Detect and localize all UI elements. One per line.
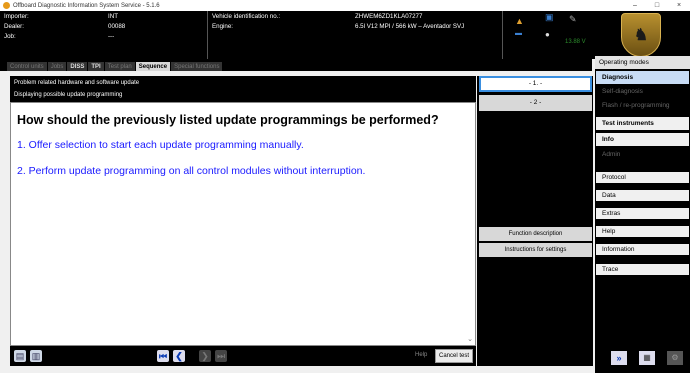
extras-tab[interactable]: Extras xyxy=(596,208,689,219)
main-tabs: Control units Jobs DISS TPI Test plan Se… xyxy=(0,59,592,71)
close-button[interactable]: × xyxy=(668,0,690,11)
vin-label: Vehicle identification no.: xyxy=(212,13,281,20)
tab-special-functions[interactable]: Special functions xyxy=(171,62,223,71)
protocol-tab[interactable]: Protocol xyxy=(596,172,689,183)
print-icon[interactable]: ▦ xyxy=(639,351,655,365)
tab-test-plan[interactable]: Test plan xyxy=(104,62,135,71)
main-content-panel: How should the previously listed update … xyxy=(10,102,476,346)
header-divider xyxy=(207,11,208,59)
tab-jobs[interactable]: Jobs xyxy=(47,62,67,71)
engine-label: Engine: xyxy=(212,23,233,30)
tab-control-units[interactable]: Control units xyxy=(7,62,47,71)
window-controls: – □ × xyxy=(624,0,690,11)
information-tab[interactable]: Information xyxy=(596,244,689,255)
tab-diss[interactable]: DISS xyxy=(67,62,88,71)
trace-tab[interactable]: Trace xyxy=(596,264,689,275)
right-panel: Operating modes Diagnosis Self-diagnosis… xyxy=(595,56,690,373)
mode-info[interactable]: Info xyxy=(596,133,689,146)
maximize-button[interactable]: □ xyxy=(646,0,668,11)
document-icon[interactable]: ▤ xyxy=(14,350,26,362)
help-button[interactable]: Help xyxy=(415,352,427,358)
select-option-1-button[interactable]: - 1. - xyxy=(479,76,592,92)
mode-admin[interactable]: Admin xyxy=(596,148,689,161)
engine-value: 6.5l V12 MPI / 566 kW – Aventador SVJ xyxy=(355,23,465,30)
battery-voltage: 13.88 V xyxy=(565,39,586,45)
vehicle-icon: ▲ xyxy=(515,16,524,26)
mode-test-instruments[interactable]: Test instruments xyxy=(596,117,689,130)
mode-flash[interactable]: Flash / re-programming xyxy=(596,99,689,112)
content-header-line2: Displaying possible update programming xyxy=(14,92,123,98)
mode-diagnosis[interactable]: Diagnosis xyxy=(596,71,689,84)
importer-value: INT xyxy=(108,13,118,20)
select-option-2-button[interactable]: - 2 - xyxy=(479,95,592,111)
scroll-down-icon[interactable]: ⌄ xyxy=(467,335,473,343)
settings-icon[interactable]: ⚙ xyxy=(667,351,683,365)
cancel-test-button[interactable]: Cancel test xyxy=(435,349,473,363)
vin-value: ZHWEM6ZD1KLA07277 xyxy=(355,13,423,20)
bull-shield-icon: ♞ xyxy=(621,13,661,57)
option-1-text: 1. Offer selection to start each update … xyxy=(17,139,304,151)
dealer-label: Dealer: xyxy=(4,23,24,30)
window-title: Offboard Diagnostic Information System S… xyxy=(13,2,160,9)
app-logo-icon xyxy=(3,2,10,9)
bottom-toolbar: ▤ ▥ ⏮ ❮ ❯ ⏭ Help Cancel test xyxy=(10,346,476,366)
operating-modes-heading: Operating modes xyxy=(595,56,690,69)
help-tab[interactable]: Help xyxy=(596,226,689,237)
previous-page-icon[interactable]: ❮ xyxy=(173,350,185,362)
importer-label: Importer: xyxy=(4,13,29,20)
header-divider xyxy=(502,11,503,59)
connection-icon: ✎ xyxy=(569,14,577,24)
tab-sequence[interactable]: Sequence xyxy=(135,62,171,71)
content-header: Problem related hardware and software up… xyxy=(10,76,476,102)
function-description-button[interactable]: Function description xyxy=(479,227,592,241)
interface-icon: ▬ xyxy=(515,30,522,37)
forward-icon[interactable]: » xyxy=(611,351,627,365)
job-value: --- xyxy=(108,33,115,40)
document-alt-icon[interactable]: ▥ xyxy=(30,350,42,362)
network-icon: ▣ xyxy=(545,12,554,22)
instructions-for-settings-button[interactable]: Instructions for settings xyxy=(479,243,592,257)
vehicle-info-header: Importer: INT Dealer: 00088 Job: --- Veh… xyxy=(0,11,592,59)
option-2-text: 2. Perform update programming on all con… xyxy=(17,165,366,177)
power-plug-icon: ● xyxy=(545,30,550,39)
next-page-icon[interactable]: ❯ xyxy=(199,350,211,362)
last-page-icon[interactable]: ⏭ xyxy=(215,350,227,362)
brand-logo: ♞ xyxy=(592,11,690,59)
tab-tpi[interactable]: TPI xyxy=(88,62,104,71)
content-header-line1: Problem related hardware and software up… xyxy=(14,80,140,86)
first-page-icon[interactable]: ⏮ xyxy=(157,350,169,362)
minimize-button[interactable]: – xyxy=(624,0,646,11)
job-label: Job: xyxy=(4,33,16,40)
question-text: How should the previously listed update … xyxy=(17,113,439,127)
selection-column: - 1. - - 2 - Function description Instru… xyxy=(477,76,593,366)
mode-self-diagnosis[interactable]: Self-diagnosis xyxy=(596,85,689,98)
data-tab[interactable]: Data xyxy=(596,190,689,201)
dealer-value: 00088 xyxy=(108,23,126,30)
